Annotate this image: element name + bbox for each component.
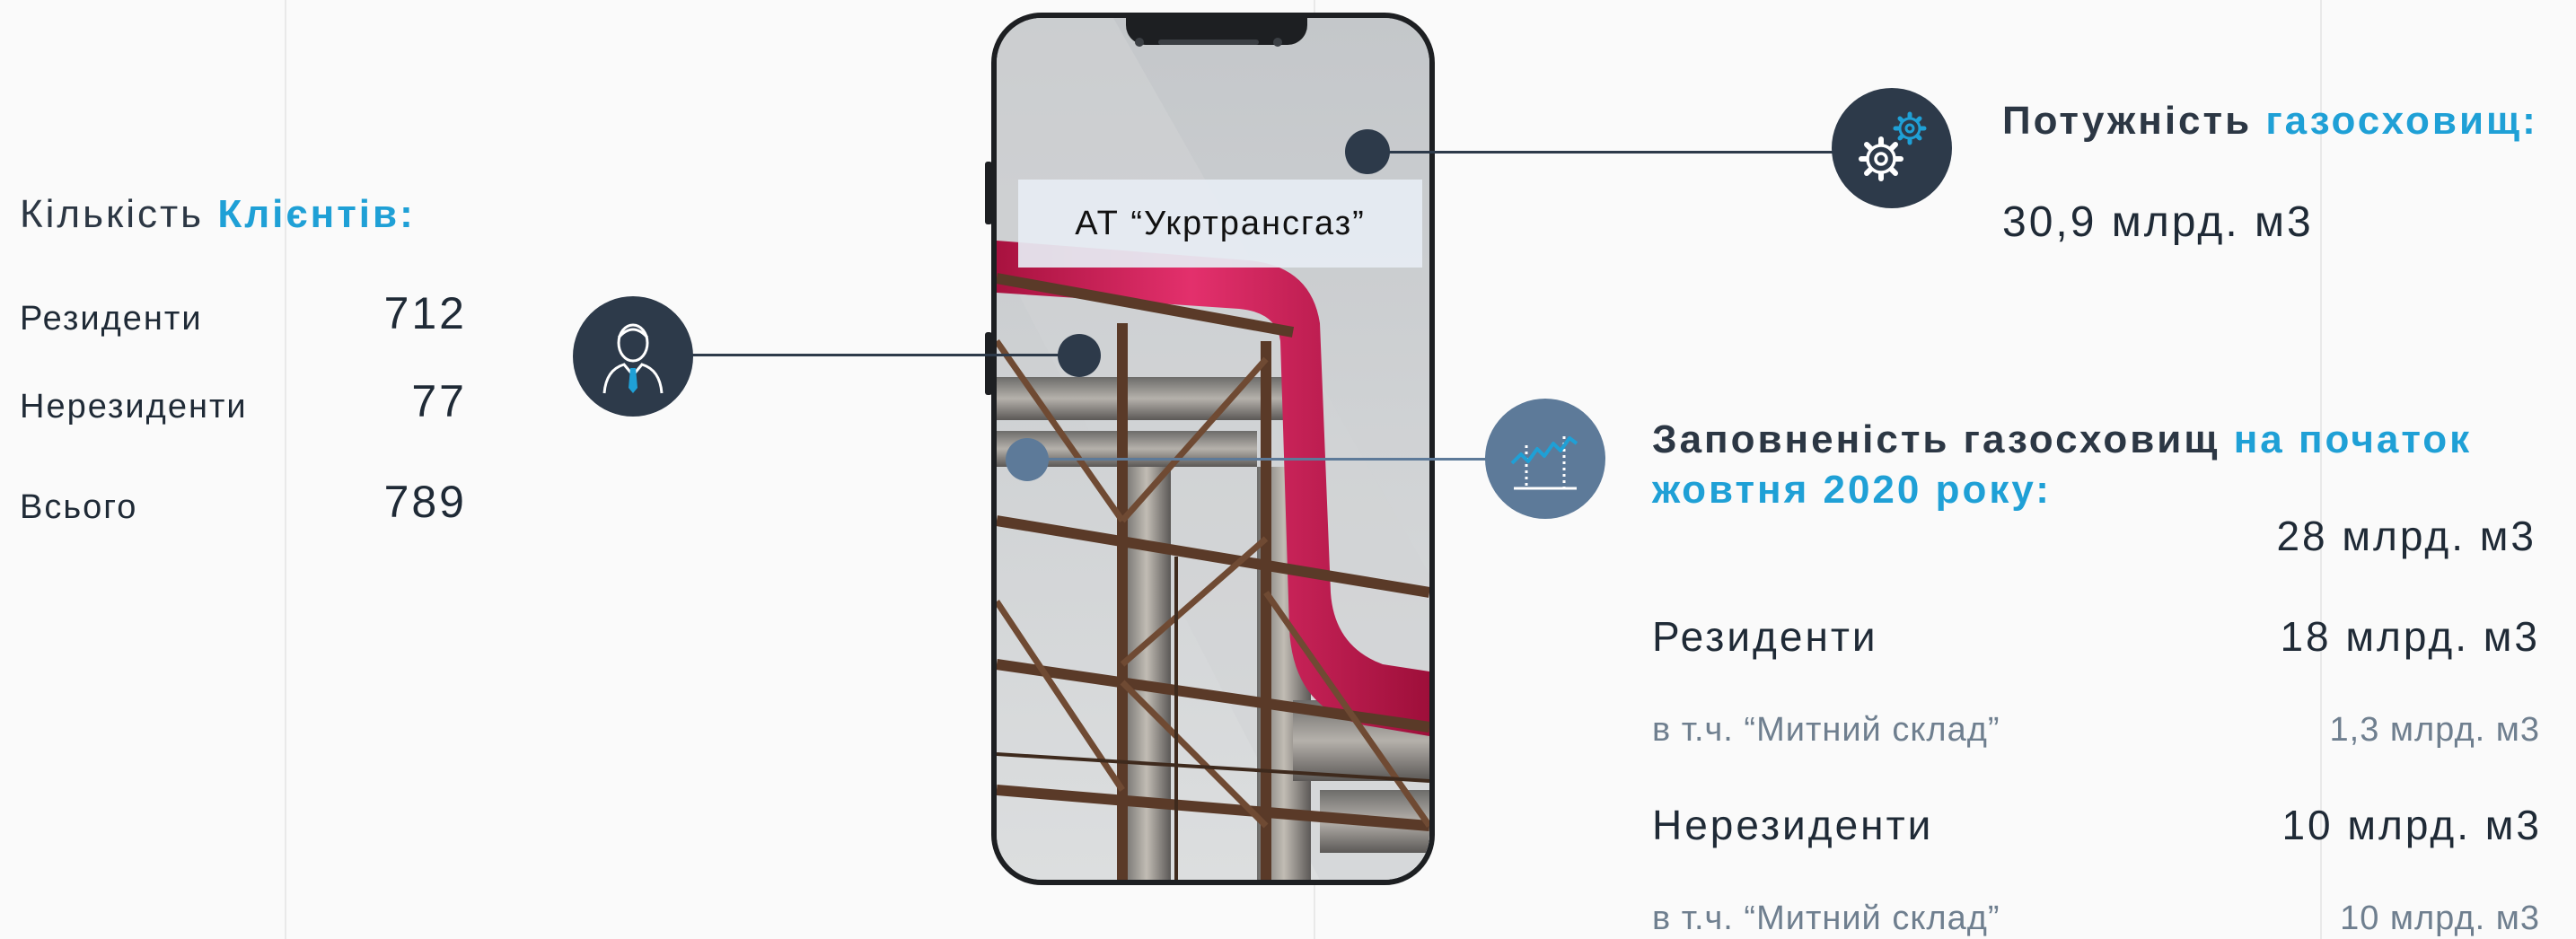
clients-nonresidents-value: 77 <box>411 376 467 426</box>
fill-nonresidents-value: 10 млрд. м3 <box>2281 802 2542 848</box>
fill-nonresidents-label: Нерезиденти <box>1652 802 1934 848</box>
fill-title-accent-2: жовтня 2020 року: <box>1652 468 2052 512</box>
connector-line-fill <box>1029 458 1487 461</box>
fill-title: Заповненість газосховищ на початок жовтн… <box>1652 415 2472 515</box>
connector-line-clients <box>632 354 1079 356</box>
user-icon <box>573 296 693 417</box>
clients-title-prefix: Кількість <box>20 192 218 236</box>
phone-speaker <box>1158 39 1259 45</box>
phone-sensor <box>1273 38 1282 47</box>
fill-total-value: 28 млрд. м3 <box>2276 513 2536 559</box>
fill-residents-value: 18 млрд. м3 <box>2280 613 2540 660</box>
fill-title-accent-1: на початок <box>2233 417 2473 461</box>
capacity-title-accent: газосховищ: <box>2265 99 2538 143</box>
fill-residents-label: Резиденти <box>1652 613 1878 660</box>
clients-total-label: Всього <box>20 488 138 526</box>
chart-growth-icon <box>1485 399 1605 519</box>
capacity-title: Потужність газосховищ: <box>2002 99 2538 144</box>
company-label: АТ “Укртрансгаз” <box>1018 180 1422 268</box>
clients-total-value: 789 <box>383 477 467 527</box>
clients-nonresidents-label: Нерезиденти <box>20 388 248 426</box>
fill-nonresidents-sub-value: 10 млрд. м3 <box>2340 900 2540 937</box>
clients-title-accent: Клієнтів: <box>217 192 416 236</box>
fill-title-prefix: Заповненість газосховищ <box>1652 417 2234 461</box>
company-label-text: АТ “Укртрансгаз” <box>1075 204 1366 242</box>
clients-title: Кількість Клієнтів: <box>20 192 416 237</box>
connector-dot <box>1345 129 1390 174</box>
phone-camera <box>1135 38 1144 47</box>
capacity-title-prefix: Потужність <box>2002 99 2266 143</box>
clients-residents-label: Резиденти <box>20 300 203 338</box>
gears-icon <box>1832 88 1952 208</box>
fill-nonresidents-sub-label: в т.ч. “Митний склад” <box>1652 900 2000 937</box>
connector-line-capacity <box>1368 151 1835 154</box>
divider-line <box>285 0 286 939</box>
connector-dot <box>1058 334 1101 377</box>
fill-residents-sub-label: в т.ч. “Митний склад” <box>1652 711 2000 749</box>
clients-residents-value: 712 <box>383 288 467 338</box>
connector-dot <box>1006 438 1049 481</box>
capacity-value: 30,9 млрд. м3 <box>2002 198 2314 246</box>
fill-residents-sub-value: 1,3 млрд. м3 <box>2329 711 2540 749</box>
